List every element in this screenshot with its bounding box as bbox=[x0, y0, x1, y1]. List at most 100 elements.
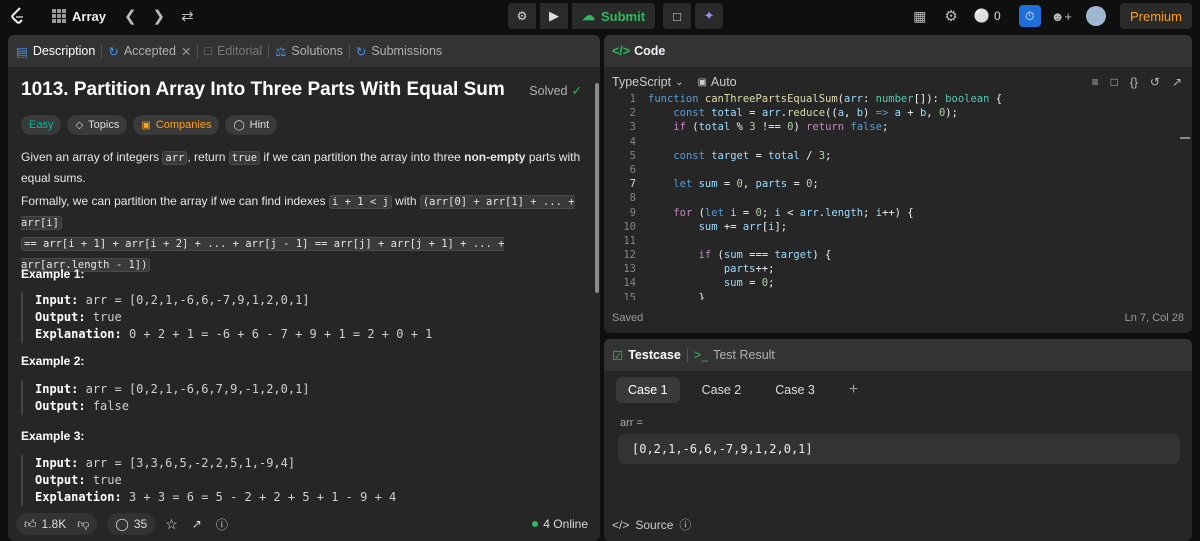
add-case-icon[interactable]: + bbox=[837, 377, 870, 403]
add-friend-icon[interactable]: ☻+ bbox=[1051, 9, 1072, 24]
settings-gear-icon[interactable]: ⚙ bbox=[944, 7, 957, 25]
input-label: Input: bbox=[35, 382, 79, 396]
thumbs-down-icon[interactable]: 👎︎ bbox=[77, 517, 89, 532]
example-output: true bbox=[92, 310, 122, 324]
topics-label: Topics bbox=[88, 119, 120, 131]
testcase-input[interactable]: [0,2,1,-6,6,-7,9,1,2,0,1] bbox=[618, 434, 1180, 464]
code-line: 8 bbox=[629, 192, 636, 205]
code-line: 13 parts++; bbox=[623, 263, 775, 276]
bookmark-icon[interactable]: □ bbox=[1111, 75, 1118, 89]
chevron-down-icon[interactable]: ⌄ bbox=[675, 77, 683, 88]
saved-status: Saved bbox=[612, 312, 644, 324]
shuffle-icon[interactable]: ⇄ bbox=[181, 7, 194, 25]
description-scrollbar[interactable] bbox=[594, 77, 600, 537]
problem-list-icon[interactable] bbox=[52, 9, 66, 23]
description-tabs: ▤ Description ↻ Accepted ✕ □ Editorial ⚖… bbox=[8, 35, 600, 67]
code-header: </> Code bbox=[604, 35, 1192, 67]
companies-chip[interactable]: ▣ Companies bbox=[133, 115, 220, 135]
hint-chip[interactable]: ◯ Hint bbox=[225, 115, 278, 135]
next-problem-icon[interactable]: ❯ bbox=[153, 7, 166, 25]
tab-editorial[interactable]: □ Editorial bbox=[204, 44, 262, 58]
example-input: arr = [3,3,6,5,-2,2,5,1,-9,4] bbox=[85, 456, 296, 470]
prev-problem-icon[interactable]: ❮ bbox=[124, 7, 137, 25]
statement-bold: non-empty bbox=[464, 150, 526, 164]
like-button[interactable]: 👍︎ 1.8K 👎︎ bbox=[16, 513, 98, 535]
example-heading: Example 2: bbox=[21, 354, 85, 368]
expand-icon[interactable]: ↗ bbox=[1172, 75, 1182, 89]
language-select[interactable]: TypeScript bbox=[612, 75, 671, 89]
example-heading: Example 1: bbox=[21, 267, 85, 281]
submit-label: Submit bbox=[601, 8, 646, 24]
source-button[interactable]: </> Source ⓘ bbox=[612, 516, 691, 533]
difficulty-badge: Easy bbox=[21, 115, 62, 135]
reset-icon[interactable]: ↺ bbox=[1150, 75, 1160, 89]
code-status-bar: Saved Ln 7, Col 28 bbox=[612, 312, 1184, 324]
tab-accepted-label: Accepted bbox=[123, 44, 176, 58]
ai-button[interactable]: ✦ bbox=[695, 3, 724, 29]
run-button[interactable]: ▶ bbox=[540, 3, 568, 29]
format-icon[interactable]: ≡ bbox=[1092, 75, 1099, 89]
output-label: Output: bbox=[35, 310, 86, 324]
auto-mode-label[interactable]: Auto bbox=[711, 75, 737, 89]
problem-statement: Given an array of integers arr, return t… bbox=[21, 147, 586, 188]
tab-divider bbox=[197, 44, 199, 58]
input-label: Input: bbox=[35, 293, 79, 307]
like-count: 1.8K bbox=[41, 517, 67, 531]
star-icon[interactable]: ☆ bbox=[165, 516, 178, 533]
tab-editorial-label: Editorial bbox=[217, 44, 263, 58]
case-2-tab[interactable]: Case 2 bbox=[690, 377, 754, 403]
tab-testcase[interactable]: ☑ Testcase bbox=[612, 348, 681, 363]
problem-list-title[interactable]: Array bbox=[72, 9, 106, 24]
tab-submissions[interactable]: ↻ Submissions bbox=[356, 44, 442, 59]
code-editor[interactable]: 1 function canThreePartsEqualSum(arr: num… bbox=[604, 92, 1180, 300]
streak-flame-icon[interactable]: ⚪ bbox=[974, 8, 990, 24]
comments-button[interactable]: ◯ 35 bbox=[107, 513, 156, 535]
cursor-position: Ln 7, Col 28 bbox=[1124, 312, 1184, 324]
topics-chip[interactable]: ◇ Topics bbox=[67, 115, 128, 135]
statement-text: with bbox=[391, 194, 420, 208]
leetcode-logo-icon[interactable] bbox=[8, 6, 28, 26]
layout-icon[interactable]: ▦ bbox=[913, 8, 926, 25]
braces-icon[interactable]: {} bbox=[1130, 75, 1138, 89]
statement-text: if we can partition the array into three bbox=[260, 150, 465, 164]
code-line: 3 if (total % 3 !== 0) return false; bbox=[629, 121, 889, 134]
tab-test-result[interactable]: >_ Test Result bbox=[694, 348, 775, 362]
example-block: Input: arr = [3,3,6,5,-2,2,5,1,-9,4] Out… bbox=[21, 455, 586, 506]
close-tab-icon[interactable]: ✕ bbox=[181, 44, 191, 59]
description-footer: 👍︎ 1.8K 👎︎ ◯ 35 ☆ ↗ ⓘ 4 Online bbox=[8, 507, 600, 541]
example-input: arr = [0,2,1,-6,6,7,9,-1,2,0,1] bbox=[85, 382, 310, 396]
code-scrollbar[interactable] bbox=[1180, 97, 1190, 297]
submit-button[interactable]: ☁ Submit bbox=[572, 3, 656, 29]
tab-solutions[interactable]: ⚖ Solutions bbox=[275, 44, 343, 59]
output-label: Output: bbox=[35, 399, 86, 413]
lock-icon: ▣ bbox=[697, 76, 707, 88]
problem-tags: Easy ◇ Topics ▣ Companies ◯ Hint bbox=[21, 115, 278, 135]
tab-divider bbox=[348, 44, 350, 58]
debug-button[interactable]: ⚙ bbox=[508, 3, 536, 29]
help-icon[interactable]: ⓘ bbox=[216, 516, 228, 533]
help-icon[interactable]: ⓘ bbox=[679, 516, 691, 533]
case-1-tab[interactable]: Case 1 bbox=[616, 377, 680, 403]
statement-text: , return bbox=[187, 150, 229, 164]
example-block: Input: arr = [0,2,1,-6,6,-7,9,1,2,0,1] O… bbox=[21, 292, 586, 343]
notes-button[interactable]: □ bbox=[663, 3, 692, 29]
testcase-tabs: ☑ Testcase >_ Test Result bbox=[604, 339, 1192, 371]
bug-icon: ⚙ bbox=[516, 9, 528, 23]
top-bar: Array ❮ ❯ ⇄ ⚙ ▶ ☁ Submit □ ✦ ▦ ⚙ ⚪ 0 ⏱ ☻… bbox=[0, 0, 1200, 32]
scrollbar-thumb[interactable] bbox=[595, 83, 599, 293]
inline-code: i + 1 < j bbox=[328, 195, 392, 209]
book-icon: □ bbox=[204, 44, 212, 58]
code-line: 10 sum += arr[i]; bbox=[623, 220, 788, 233]
problem-title[interactable]: 1013. Partition Array Into Three Parts W… bbox=[21, 79, 505, 101]
avatar[interactable] bbox=[1085, 6, 1106, 26]
tab-accepted[interactable]: ↻ Accepted ✕ bbox=[108, 44, 191, 59]
problem-formal-statement: Formally, we can partition the array if … bbox=[21, 191, 586, 275]
tab-divider bbox=[686, 348, 688, 362]
source-label: Source bbox=[635, 517, 674, 532]
timer-icon[interactable]: ⏱ bbox=[1018, 5, 1041, 27]
share-icon[interactable]: ↗ bbox=[192, 517, 202, 531]
inline-code: == arr[i + 1] + arr[i + 2] + ... + arr[j… bbox=[21, 237, 505, 272]
tab-description[interactable]: ▤ Description bbox=[16, 44, 95, 59]
case-3-tab[interactable]: Case 3 bbox=[763, 377, 827, 403]
premium-button[interactable]: Premium bbox=[1119, 3, 1192, 29]
